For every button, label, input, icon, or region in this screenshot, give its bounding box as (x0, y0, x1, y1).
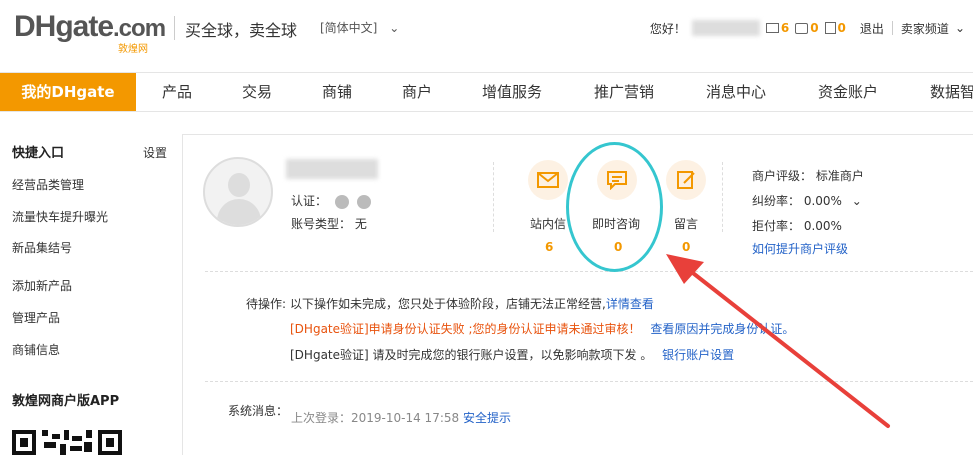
nav-item-messages[interactable]: 消息中心 (706, 73, 766, 111)
main-nav: 我的DHgate 产品 交易 商铺 商户 增值服务 推广营销 消息中心 资金账户… (0, 72, 973, 112)
person-verify-icon[interactable] (334, 194, 349, 209)
nav-my-dhgate[interactable]: 我的DHgate (0, 73, 136, 111)
column-divider (722, 162, 723, 232)
pending-label: 待操作: (246, 297, 287, 311)
logo-text: DHgate (14, 10, 114, 43)
sidebar-item[interactable]: 管理产品 (12, 309, 60, 326)
seller-channel-menu[interactable]: 卖家频道 (901, 20, 949, 37)
dhgate-logo[interactable]: DHgate.com (14, 10, 166, 44)
sidebar: 快捷入口 设置 经营品类管理 流量快车提升曝光 新品集结号 添加新产品 管理产品… (0, 112, 180, 455)
identity-verify-failed: [DHgate验证]申请身份认证失败 ;您的身份认证申请未通过审核！ (290, 322, 641, 336)
account-name-blurred (286, 159, 378, 179)
nav-item-promotion[interactable]: 推广营销 (594, 73, 654, 111)
avatar[interactable] (203, 157, 273, 227)
note-count[interactable]: 0 (838, 21, 846, 35)
nav-item-data[interactable]: 数据智 (930, 73, 973, 111)
chargeback-rate: 拒付率： 0.00% (752, 219, 842, 233)
account-type: 账号类型： 无 (291, 217, 367, 231)
logo-com: .com (113, 15, 166, 42)
top-bar: DHgate.com 敦煌网 买全球，卖全球 [简体中文] ⌄ 您好！ 6 0 … (0, 0, 973, 70)
sidebar-item[interactable]: 新品集结号 (12, 239, 72, 256)
last-login-text: 上次登录：2019-10-14 17:58 (291, 411, 460, 425)
sidebar-item[interactable]: 流量快车提升曝光 (12, 208, 108, 225)
quick-entry-title: 快捷入口 (12, 146, 65, 161)
sidebar-item[interactable]: 添加新产品 (12, 277, 72, 294)
merchant-rating: 商户评级： 标准商户 (752, 169, 864, 183)
language-selector[interactable]: [简体中文] ⌄ (320, 19, 399, 36)
note-icon[interactable] (824, 22, 836, 34)
logout-link[interactable]: 退出 (860, 20, 884, 37)
column-divider (493, 162, 494, 232)
pending-line-1-text: 以下操作如未完成，您只处于体验阶段，店铺无法正常经营, (290, 297, 606, 311)
avatar-body (217, 199, 261, 225)
logo-subtitle: 敦煌网 (118, 44, 148, 55)
chat-icon[interactable] (795, 22, 809, 34)
inbox-label[interactable]: 站内信 (530, 215, 566, 232)
nav-item-value-added[interactable]: 增值服务 (482, 73, 542, 111)
verify-label: 认证： (291, 194, 328, 208)
details-link[interactable]: 详情查看 (606, 297, 654, 311)
chevron-down-icon: ⌄ (389, 21, 400, 35)
avatar-head (228, 173, 250, 197)
chevron-down-icon[interactable]: ⌄ (955, 21, 965, 35)
nav-item-funds[interactable]: 资金账户 (818, 73, 878, 111)
mail-count[interactable]: 6 (781, 21, 789, 35)
toolbar-divider (891, 21, 893, 35)
verification-status: 认证： (291, 192, 371, 209)
annotation-arrow (666, 254, 890, 428)
greeting: 您好！ (649, 21, 686, 36)
qr-code-icon[interactable] (12, 430, 122, 455)
nav-item-store[interactable]: 商铺 (322, 73, 352, 111)
username-blurred (691, 20, 760, 36)
header-divider (174, 16, 175, 40)
language-label: [简体中文] (320, 21, 378, 35)
nav-item-merchant[interactable]: 商户 (402, 73, 432, 111)
dispute-rate: 纠纷率： 0.00% ⌄ (752, 192, 862, 209)
app-title: 敦煌网商户版APP (12, 394, 120, 409)
sidebar-item[interactable]: 商铺信息 (12, 341, 60, 358)
chevron-down-icon[interactable]: ⌄ (852, 194, 862, 208)
dispute-rate-text: 纠纷率： 0.00% (752, 194, 842, 208)
annotation-circle (566, 142, 663, 272)
nav-item-products[interactable]: 产品 (162, 73, 192, 111)
message-board-label[interactable]: 留言 (674, 215, 698, 232)
phone-verify-icon[interactable] (356, 194, 371, 209)
chat-count[interactable]: 0 (810, 21, 818, 35)
edit-note-icon (677, 171, 695, 189)
sidebar-item[interactable]: 经营品类管理 (12, 176, 84, 193)
last-login: 上次登录：2019-10-14 17:58 安全提示 (291, 409, 511, 426)
security-tip-link[interactable]: 安全提示 (463, 411, 511, 425)
pending-line-3-text: [DHgate验证] 请及时完成您的银行账户设置，以免影响款项下发 。 (290, 348, 653, 362)
nav-item-trade[interactable]: 交易 (242, 73, 272, 111)
system-message-label: 系统消息： (228, 404, 289, 418)
inbox-count[interactable]: 6 (545, 240, 553, 254)
user-toolbar: 您好！ 6 0 0 退出 卖家频道 ⌄ (650, 18, 973, 38)
pending-line-1: 以下操作如未完成，您只处于体验阶段，店铺无法正常经营,详情查看 (290, 295, 654, 312)
sidebar-settings-link[interactable]: 设置 (143, 144, 167, 161)
mail-icon[interactable] (765, 23, 779, 33)
slogan: 买全球，卖全球 (185, 21, 298, 40)
mail-icon (537, 172, 559, 188)
